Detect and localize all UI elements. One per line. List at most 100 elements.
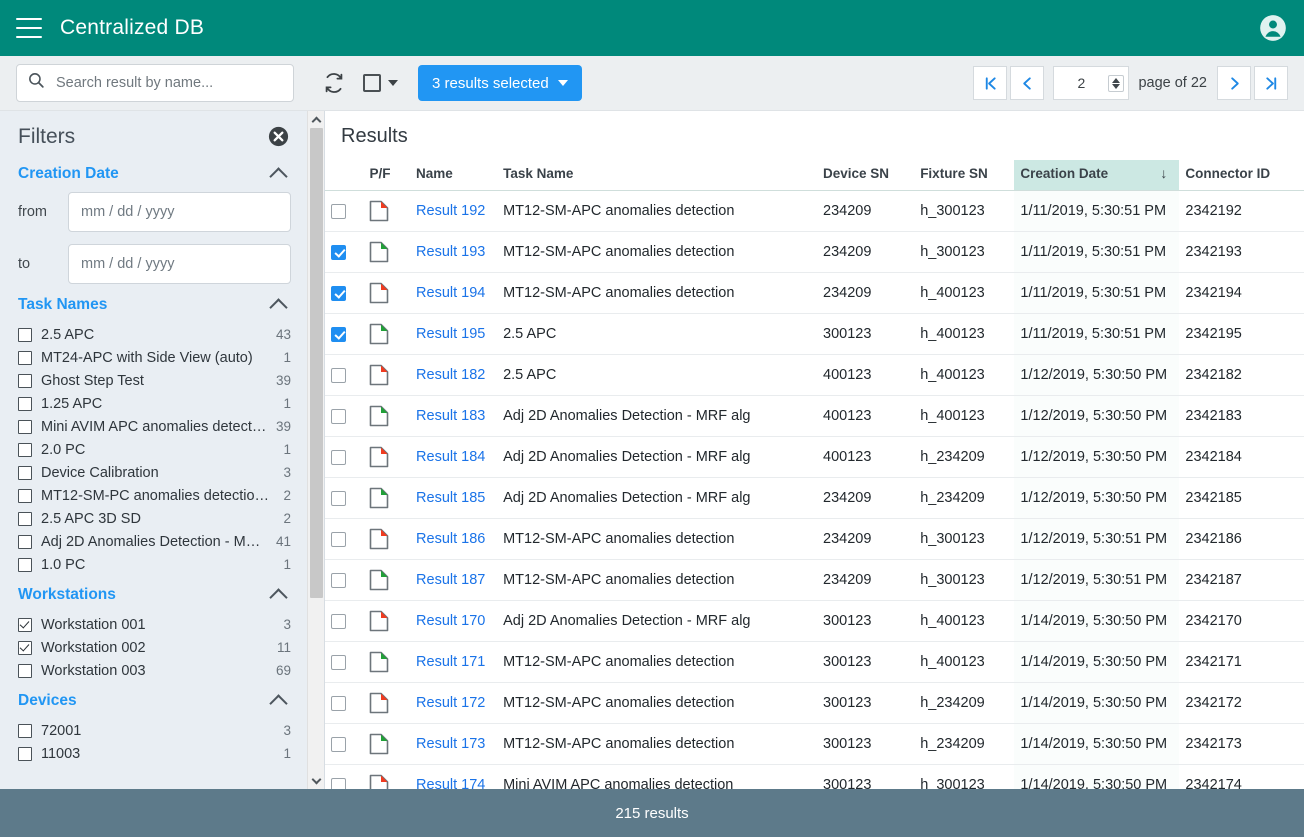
row-select-cell[interactable]: [325, 232, 363, 273]
row-select-cell[interactable]: [325, 642, 363, 683]
row-select-cell[interactable]: [325, 314, 363, 355]
column-creation-date[interactable]: ↓ Creation Date: [1014, 160, 1179, 191]
select-all-dropdown[interactable]: [363, 74, 398, 92]
row-name-cell[interactable]: Result 192: [410, 191, 497, 232]
filter-checkbox[interactable]: [18, 512, 32, 526]
filter-checkbox[interactable]: [18, 328, 32, 342]
row-checkbox[interactable]: [331, 368, 346, 383]
filter-checkbox[interactable]: [18, 558, 32, 572]
page-number-input[interactable]: [1054, 75, 1108, 91]
row-select-cell[interactable]: [325, 519, 363, 560]
result-link[interactable]: Result 194: [416, 285, 485, 301]
scroll-up-icon[interactable]: [308, 111, 324, 128]
row-name-cell[interactable]: Result 173: [410, 724, 497, 765]
table-row[interactable]: Result 1952.5 APC300123h_4001231/11/2019…: [325, 314, 1304, 355]
result-link[interactable]: Result 171: [416, 654, 485, 670]
sidebar-scrollbar[interactable]: [307, 111, 324, 789]
row-select-cell[interactable]: [325, 478, 363, 519]
result-link[interactable]: Result 192: [416, 203, 485, 219]
filter-checkbox[interactable]: [18, 397, 32, 411]
filter-checkbox[interactable]: [18, 420, 32, 434]
filter-option[interactable]: Workstation 00211: [18, 636, 291, 659]
result-link[interactable]: Result 184: [416, 449, 485, 465]
filter-checkbox[interactable]: [18, 641, 32, 655]
filter-option[interactable]: Workstation 0013: [18, 613, 291, 636]
row-select-cell[interactable]: [325, 765, 363, 790]
page-number-field[interactable]: [1053, 66, 1129, 100]
row-select-cell[interactable]: [325, 273, 363, 314]
stepper-down-icon[interactable]: [1112, 84, 1120, 89]
row-checkbox[interactable]: [331, 491, 346, 506]
filter-option[interactable]: Adj 2D Anomalies Detection - M…41: [18, 530, 291, 553]
column-connector-id[interactable]: Connector ID: [1179, 160, 1304, 191]
row-checkbox[interactable]: [331, 532, 346, 547]
filter-option[interactable]: Workstation 00369: [18, 659, 291, 682]
selection-actions-button[interactable]: 3 results selected: [418, 65, 582, 101]
row-checkbox[interactable]: [331, 409, 346, 424]
filter-option[interactable]: MT24-APC with Side View (auto)1: [18, 346, 291, 369]
result-link[interactable]: Result 170: [416, 613, 485, 629]
row-name-cell[interactable]: Result 170: [410, 601, 497, 642]
filter-checkbox[interactable]: [18, 535, 32, 549]
row-checkbox[interactable]: [331, 655, 346, 670]
row-checkbox[interactable]: [331, 696, 346, 711]
result-link[interactable]: Result 172: [416, 695, 485, 711]
row-name-cell[interactable]: Result 183: [410, 396, 497, 437]
chevron-up-icon[interactable]: [269, 298, 287, 316]
row-name-cell[interactable]: Result 182: [410, 355, 497, 396]
filter-section-header[interactable]: Task Names: [18, 296, 291, 314]
row-select-cell[interactable]: [325, 191, 363, 232]
filter-checkbox[interactable]: [18, 724, 32, 738]
last-page-button[interactable]: [1254, 66, 1288, 100]
filter-option[interactable]: 720013: [18, 719, 291, 742]
row-select-cell[interactable]: [325, 396, 363, 437]
row-checkbox[interactable]: [331, 573, 346, 588]
hamburger-icon[interactable]: [16, 18, 42, 38]
table-row[interactable]: Result 171MT12-SM-APC anomalies detectio…: [325, 642, 1304, 683]
scrollbar-thumb[interactable]: [310, 128, 323, 598]
row-checkbox[interactable]: [331, 245, 346, 260]
row-name-cell[interactable]: Result 195: [410, 314, 497, 355]
account-circle-icon[interactable]: [1258, 13, 1288, 43]
table-row[interactable]: Result 187MT12-SM-APC anomalies detectio…: [325, 560, 1304, 601]
filter-option[interactable]: 2.5 APC 3D SD2: [18, 507, 291, 530]
first-page-button[interactable]: [973, 66, 1007, 100]
filter-option[interactable]: 1.25 APC1: [18, 392, 291, 415]
row-select-cell[interactable]: [325, 355, 363, 396]
search-box[interactable]: [16, 64, 294, 102]
page-stepper[interactable]: [1108, 75, 1124, 92]
column-pf[interactable]: P/F: [363, 160, 410, 191]
filter-option[interactable]: Ghost Step Test39: [18, 369, 291, 392]
row-name-cell[interactable]: Result 174: [410, 765, 497, 790]
filter-checkbox[interactable]: [18, 374, 32, 388]
table-row[interactable]: Result 184Adj 2D Anomalies Detection - M…: [325, 437, 1304, 478]
row-checkbox[interactable]: [331, 614, 346, 629]
result-link[interactable]: Result 186: [416, 531, 485, 547]
next-page-button[interactable]: [1217, 66, 1251, 100]
table-row[interactable]: Result 1822.5 APC400123h_4001231/12/2019…: [325, 355, 1304, 396]
row-checkbox[interactable]: [331, 450, 346, 465]
filter-section-header[interactable]: Devices: [18, 692, 291, 710]
row-name-cell[interactable]: Result 187: [410, 560, 497, 601]
row-checkbox[interactable]: [331, 327, 346, 342]
filter-section-header[interactable]: Creation Date: [18, 165, 291, 183]
table-row[interactable]: Result 172MT12-SM-APC anomalies detectio…: [325, 683, 1304, 724]
filter-option[interactable]: Mini AVIM APC anomalies detect…39: [18, 415, 291, 438]
row-name-cell[interactable]: Result 185: [410, 478, 497, 519]
column-name[interactable]: Name: [410, 160, 497, 191]
date-input[interactable]: mm / dd / yyyy: [68, 192, 291, 232]
row-select-cell[interactable]: [325, 724, 363, 765]
refresh-icon[interactable]: [319, 68, 349, 98]
filter-checkbox[interactable]: [18, 618, 32, 632]
scroll-down-icon[interactable]: [308, 772, 324, 789]
chevron-up-icon[interactable]: [269, 167, 287, 185]
filter-checkbox[interactable]: [18, 443, 32, 457]
table-row[interactable]: Result 183Adj 2D Anomalies Detection - M…: [325, 396, 1304, 437]
result-link[interactable]: Result 173: [416, 736, 485, 752]
row-select-cell[interactable]: [325, 437, 363, 478]
column-device-sn[interactable]: Device SN: [817, 160, 914, 191]
result-link[interactable]: Result 174: [416, 777, 485, 789]
filter-checkbox[interactable]: [18, 747, 32, 761]
result-link[interactable]: Result 195: [416, 326, 485, 342]
table-row[interactable]: Result 193MT12-SM-APC anomalies detectio…: [325, 232, 1304, 273]
